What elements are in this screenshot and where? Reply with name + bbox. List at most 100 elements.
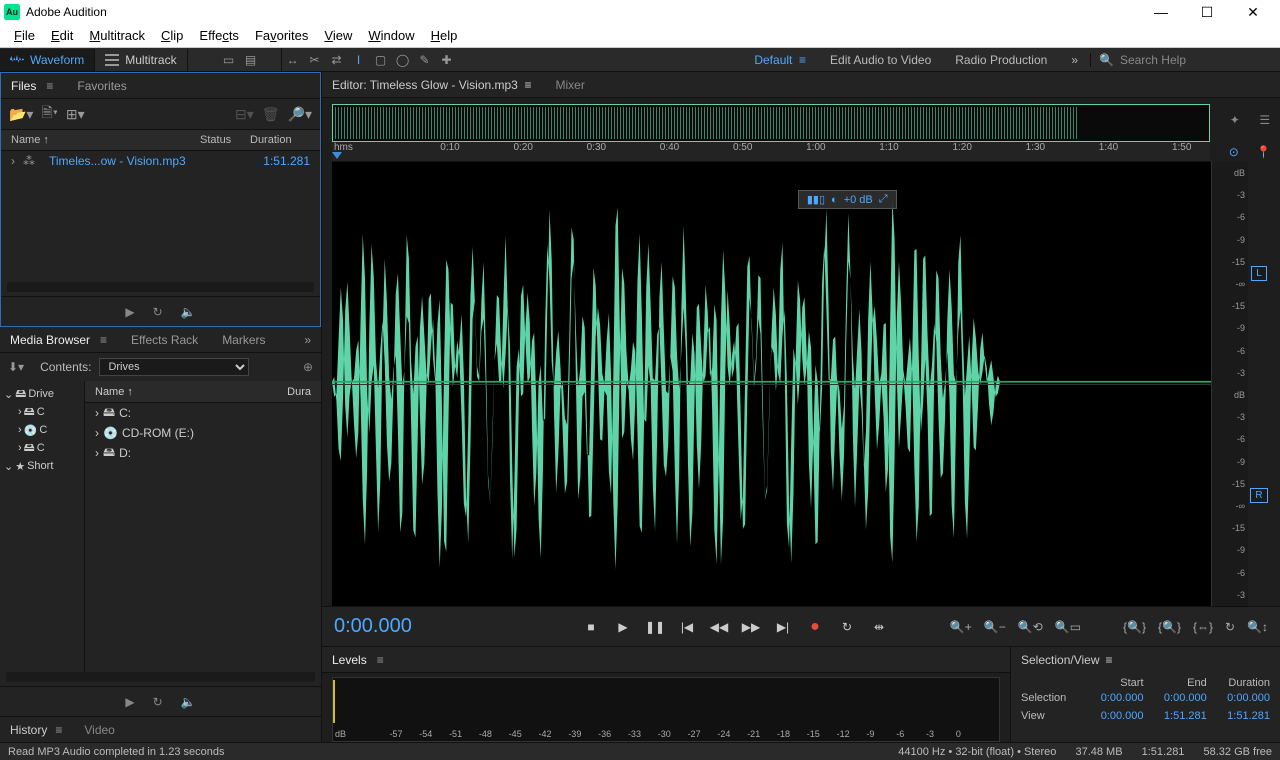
go-start-button[interactable]: |◀: [678, 618, 696, 636]
zoom-amp-icon[interactable]: 🔍↕: [1247, 620, 1268, 634]
menu-window[interactable]: Window: [360, 26, 422, 45]
tab-files[interactable]: Files: [11, 79, 36, 93]
list-item[interactable]: ›💿CD-ROM (E:): [85, 423, 321, 443]
sv-view-dur[interactable]: 1:51.281: [1207, 710, 1270, 722]
sv-sel-end[interactable]: 0:00.000: [1144, 692, 1207, 704]
workspace-default[interactable]: Default ≡: [742, 53, 818, 67]
toggle-hud-icon[interactable]: ▭: [218, 49, 240, 71]
tab-history[interactable]: History: [10, 723, 47, 737]
waveform-canvas[interactable]: ▮▮▯ ◐ +0 dB ⤢: [332, 162, 1212, 606]
zoom-full-icon[interactable]: 🔍▭: [1055, 620, 1081, 634]
rewind-button[interactable]: ◀◀: [710, 618, 728, 636]
zoom-time-icon[interactable]: ↻: [1225, 620, 1235, 634]
play-preview-icon[interactable]: ▶: [125, 695, 134, 709]
selview-menu-icon[interactable]: ≡: [1106, 653, 1113, 667]
menu-multitrack[interactable]: Multitrack: [81, 26, 153, 45]
tab-mixer[interactable]: Mixer: [556, 78, 585, 92]
tree-shortcuts[interactable]: ⌄★Short: [4, 457, 80, 475]
list-view-icon[interactable]: ☰: [1259, 113, 1270, 127]
play-preview-icon[interactable]: ▶: [125, 305, 134, 319]
tree-drives[interactable]: ⌄🖴Drive: [4, 385, 80, 403]
media-col-name[interactable]: Name ↑: [95, 386, 287, 398]
col-status[interactable]: Status: [200, 134, 250, 146]
snap-icon[interactable]: ⊙: [1229, 145, 1239, 159]
zoom-overview-icon[interactable]: ✦: [1230, 113, 1240, 127]
file-row[interactable]: › ⁂ Timeles...ow - Vision.mp3 1:51.281: [1, 151, 320, 171]
close-button[interactable]: ✕: [1230, 0, 1276, 24]
stop-button[interactable]: ■: [582, 618, 600, 636]
loop-button[interactable]: ↻: [838, 618, 856, 636]
time-select-tool-icon[interactable]: I: [348, 49, 370, 71]
tab-selection-view[interactable]: Selection/View: [1021, 653, 1100, 667]
filter-search-icon[interactable]: 🔎▾: [288, 106, 312, 123]
tree-drive-d[interactable]: ›🖴C: [4, 439, 80, 457]
insert-mt-icon[interactable]: ⊞▾: [66, 106, 85, 123]
brush-tool-icon[interactable]: ✎: [414, 49, 436, 71]
sv-sel-start[interactable]: 0:00.000: [1080, 692, 1143, 704]
tab-editor[interactable]: Editor: Timeless Glow - Vision.mp3 ≡: [332, 78, 532, 92]
col-name[interactable]: Name ↑: [11, 134, 200, 146]
record-button[interactable]: ●: [806, 618, 824, 636]
close-file-icon[interactable]: ⊟▾: [235, 106, 254, 123]
contents-dropdown[interactable]: Drives: [99, 358, 249, 376]
zoom-in-icon[interactable]: 🔍+: [950, 620, 972, 634]
zoom-out-sel-icon[interactable]: {🔍}: [1158, 620, 1181, 634]
playhead-icon[interactable]: [332, 152, 342, 159]
zoom-reset-icon[interactable]: 🔍⟲: [1018, 620, 1043, 634]
trash-icon[interactable]: 🗑: [262, 106, 280, 123]
col-duration[interactable]: Duration: [250, 134, 310, 146]
scrollbar-horizontal[interactable]: [6, 672, 315, 682]
workspace-edit-audio[interactable]: Edit Audio to Video: [818, 53, 943, 67]
tabs-overflow-icon[interactable]: »: [304, 333, 311, 347]
mode-multitrack[interactable]: Multitrack: [95, 49, 187, 71]
sv-sel-dur[interactable]: 0:00.000: [1207, 692, 1270, 704]
tab-favorites[interactable]: Favorites: [77, 79, 126, 93]
spectral-icon[interactable]: ▤: [240, 49, 262, 71]
channel-left-badge[interactable]: L: [1251, 266, 1267, 281]
heal-tool-icon[interactable]: ✚: [436, 49, 458, 71]
levels-menu-icon[interactable]: ≡: [377, 653, 384, 667]
workspace-more-icon[interactable]: »: [1059, 53, 1090, 67]
tree-drive-e[interactable]: ›💿C: [4, 421, 80, 439]
import-icon[interactable]: ⬇▾: [8, 360, 24, 374]
search-help[interactable]: 🔍 Search Help: [1090, 53, 1280, 67]
menu-help[interactable]: Help: [423, 26, 466, 45]
forward-button[interactable]: ▶▶: [742, 618, 760, 636]
razor-tool-icon[interactable]: ✂: [304, 49, 326, 71]
zoom-sel-icon[interactable]: {⇔}: [1193, 620, 1213, 634]
tab-levels[interactable]: Levels: [332, 653, 367, 667]
skip-selection-button[interactable]: ⇹: [870, 618, 888, 636]
tree-drive-c[interactable]: ›🖴C: [4, 403, 80, 421]
new-file-icon[interactable]: 🗎▾: [41, 102, 57, 126]
tab-markers[interactable]: Markers: [222, 333, 265, 347]
minimize-button[interactable]: —: [1138, 0, 1184, 24]
workspace-radio[interactable]: Radio Production: [943, 53, 1059, 67]
menu-favorites[interactable]: Favorites: [247, 26, 316, 45]
media-col-duration[interactable]: Dura: [287, 386, 311, 398]
play-button[interactable]: ▶: [614, 618, 632, 636]
history-menu-icon[interactable]: ≡: [55, 723, 62, 737]
scrollbar-horizontal[interactable]: [7, 282, 314, 292]
pin-icon[interactable]: 📍: [1256, 145, 1271, 159]
sv-view-start[interactable]: 0:00.000: [1080, 710, 1143, 722]
navigator-overview[interactable]: [332, 104, 1210, 142]
zoom-out-icon[interactable]: 🔍−: [984, 620, 1006, 634]
files-menu-icon[interactable]: ≡: [46, 79, 53, 93]
maximize-button[interactable]: ☐: [1184, 0, 1230, 24]
expand-icon[interactable]: ›: [11, 154, 23, 168]
refresh-icon[interactable]: ⊕: [303, 360, 313, 374]
menu-file[interactable]: File: [6, 26, 43, 45]
sv-view-end[interactable]: 1:51.281: [1144, 710, 1207, 722]
menu-effects[interactable]: Effects: [191, 26, 247, 45]
zoom-in-sel-icon[interactable]: {🔍}: [1123, 620, 1146, 634]
loop-preview-icon[interactable]: ↻: [153, 305, 163, 319]
go-end-button[interactable]: ▶|: [774, 618, 792, 636]
open-file-icon[interactable]: 📂▾: [9, 106, 33, 123]
channel-right-badge[interactable]: R: [1250, 488, 1267, 503]
list-item[interactable]: ›🖴C:: [85, 403, 321, 423]
menu-edit[interactable]: Edit: [43, 26, 81, 45]
levels-meter[interactable]: dB-57-54-51-48-45-42-39-36-33-30-27-24-2…: [332, 677, 1000, 742]
autoplay-icon[interactable]: 🔈: [181, 305, 196, 319]
tab-media-browser[interactable]: Media Browser: [10, 333, 90, 347]
pause-button[interactable]: ❚❚: [646, 618, 664, 636]
